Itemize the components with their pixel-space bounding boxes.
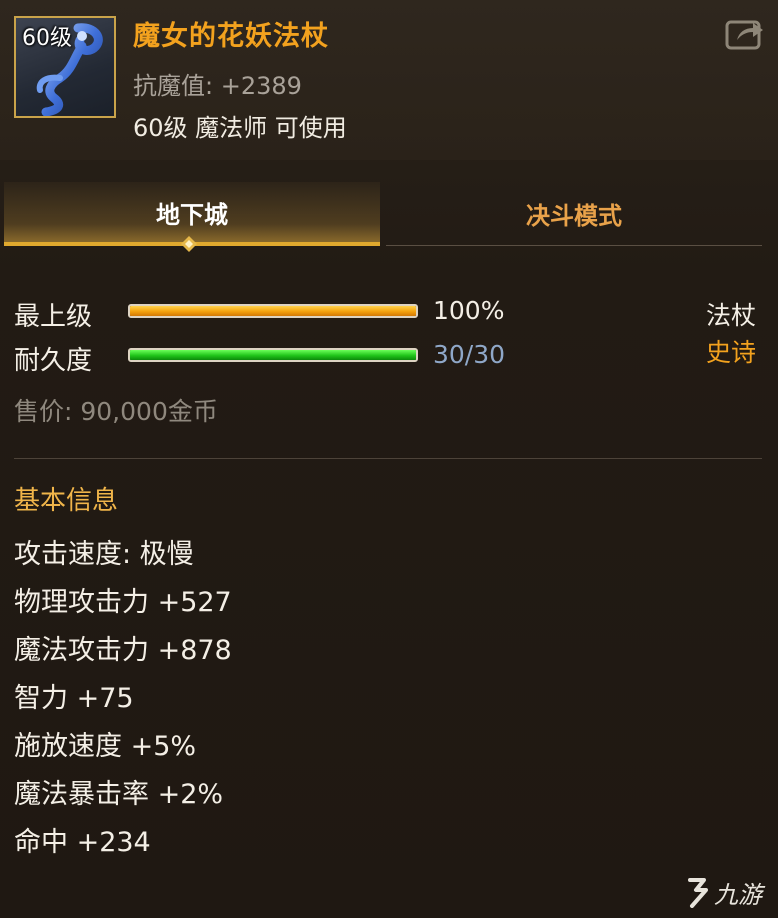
watermark: 九游 xyxy=(684,872,774,912)
grade-value: 100% xyxy=(433,296,505,325)
item-icon-frame: 60级 xyxy=(14,16,116,118)
tab-indicator-icon xyxy=(181,236,197,252)
grade-bar-fill xyxy=(130,306,416,316)
magic-resist-value: +2389 xyxy=(220,72,302,100)
item-rarity: 史诗 xyxy=(705,338,756,367)
basic-info-title: 基本信息 xyxy=(14,486,119,516)
durability-value: 30/30 xyxy=(433,340,506,369)
item-name: 魔女的花妖法杖 xyxy=(133,21,329,52)
watermark-text: 九游 xyxy=(714,880,762,909)
item-type: 法杖 xyxy=(705,301,756,330)
item-level-badge: 60级 xyxy=(22,26,72,51)
tab-duel-mode[interactable]: 决斗模式 xyxy=(386,182,762,246)
durability-bar-fill xyxy=(130,350,416,360)
attr-cast-speed: 施放速度 +5% xyxy=(14,731,197,762)
magic-resist-label: 抗魔值: xyxy=(133,72,214,100)
attr-hit-rate: 命中 +234 xyxy=(14,827,151,858)
grade-label: 最上级 xyxy=(14,302,93,332)
share-button[interactable] xyxy=(724,16,766,52)
attr-magic-crit: 魔法暴击率 +2% xyxy=(14,779,224,810)
magic-resist-line: 抗魔值: +2389 xyxy=(133,66,302,101)
item-header: 60级 魔女的花妖法杖 抗魔值: +2389 60级 魔法师 可使用 xyxy=(0,0,778,160)
jiuyou-logo-icon xyxy=(688,878,708,908)
attr-attack-speed: 攻击速度: 极慢 xyxy=(14,539,194,570)
attr-intelligence: 智力 +75 xyxy=(14,683,134,714)
usage-requirement: 60级 魔法师 可使用 xyxy=(133,114,347,142)
mode-tabs: 地下城 决斗模式 xyxy=(4,182,762,252)
sell-price: 售价: 90,000金币 xyxy=(14,397,218,426)
durability-label: 耐久度 xyxy=(14,346,93,376)
durability-bar xyxy=(128,348,418,362)
grade-bar xyxy=(128,304,418,318)
attr-magic-attack: 魔法攻击力 +878 xyxy=(14,635,232,666)
share-icon xyxy=(725,20,763,50)
attr-physical-attack: 物理攻击力 +527 xyxy=(14,587,232,618)
item-tooltip-panel: 60级 魔女的花妖法杖 抗魔值: +2389 60级 魔法师 可使用 地下城 决… xyxy=(0,0,778,918)
section-divider xyxy=(14,458,762,459)
